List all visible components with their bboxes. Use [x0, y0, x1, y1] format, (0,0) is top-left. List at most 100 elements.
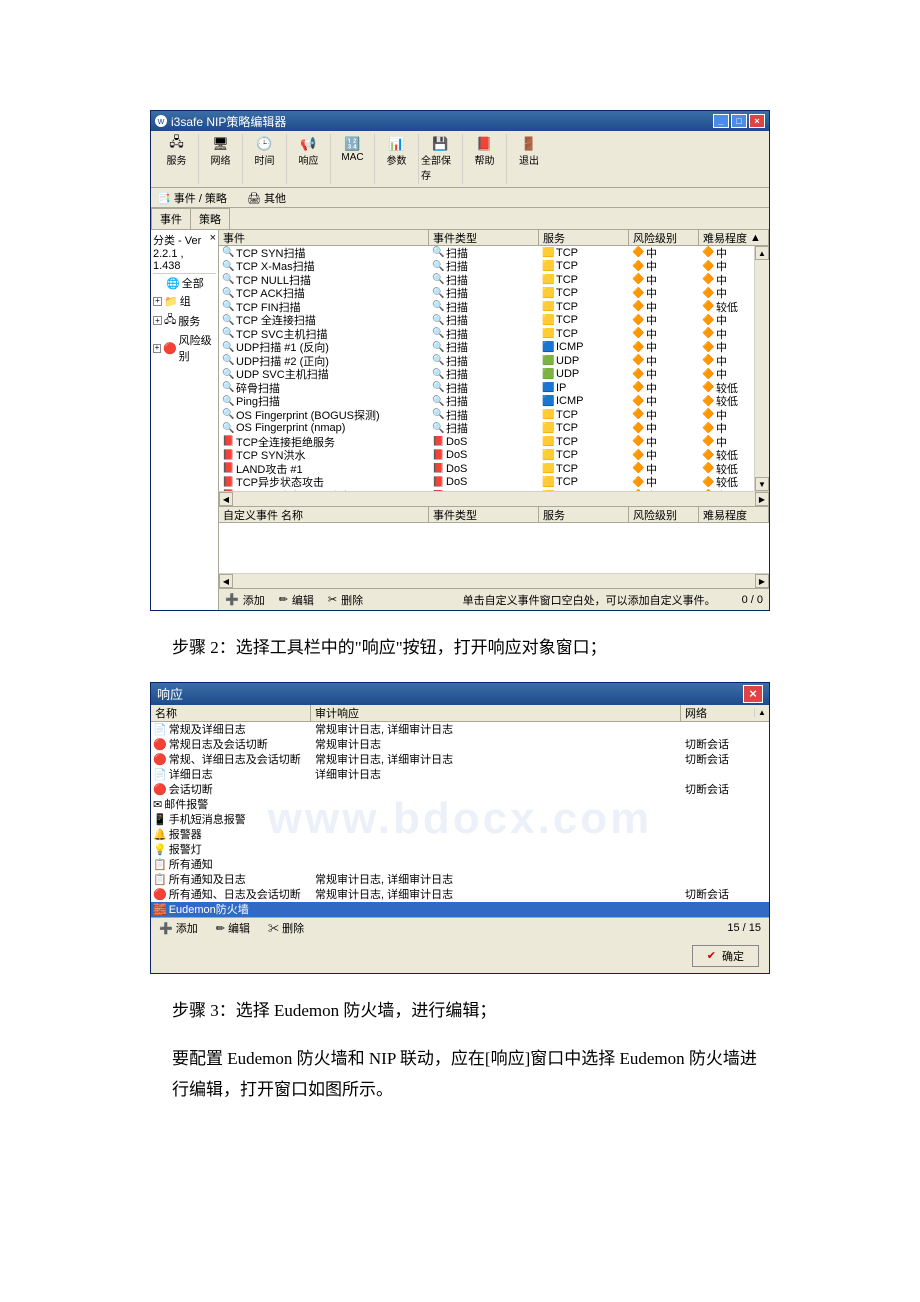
ok-row: ✔确定: [151, 939, 769, 973]
edit-button[interactable]: ✏ 编辑: [216, 920, 250, 936]
response-grid-body[interactable]: www.bdocx.com 📄常规及详细日志常规审计日志, 详细审计日志🔴常规日…: [151, 722, 769, 917]
col-custom-risk[interactable]: 风险级别: [629, 507, 699, 522]
col-network[interactable]: 网络: [681, 705, 754, 721]
toolbar-参数[interactable]: 📊参数: [375, 134, 419, 184]
toolbar-帮助[interactable]: 📕帮助: [463, 134, 507, 184]
col-name[interactable]: 名称: [151, 705, 311, 721]
expand-icon[interactable]: +: [153, 297, 162, 306]
col-custom-type[interactable]: 事件类型: [429, 507, 539, 522]
col-event-type[interactable]: 事件类型: [429, 230, 539, 245]
list-item[interactable]: 📄常规及详细日志常规审计日志, 详细审计日志: [151, 722, 769, 737]
node-icon: 🌐: [166, 277, 180, 290]
risk-icon: 🔶: [633, 274, 644, 285]
type-icon: 🔍: [433, 355, 444, 366]
list-item[interactable]: ✉邮件报警: [151, 797, 769, 812]
risk-icon: 🔶: [633, 328, 644, 339]
titlebar[interactable]: 响应 ×: [151, 683, 769, 705]
add-icon: ➕: [159, 923, 173, 935]
list-item[interactable]: 📋所有通知: [151, 857, 769, 872]
diff-icon: 🔶: [703, 436, 714, 447]
scroll-right-icon[interactable]: ▶: [755, 574, 769, 588]
risk-icon: 🔶: [633, 315, 644, 326]
category-tree[interactable]: 分类 - Ver 2.2.1 , 1.438 × 🌐全部+📁组+🖧服务+🔴风险级…: [151, 230, 219, 610]
tab-event[interactable]: 事件: [151, 208, 191, 229]
scroll-down-icon[interactable]: ▼: [755, 477, 769, 491]
tree-node[interactable]: +🖧服务: [153, 310, 216, 331]
col-difficulty[interactable]: 难易程度 ▲: [699, 230, 769, 245]
tree-node[interactable]: 🌐全部: [153, 274, 216, 292]
expand-icon[interactable]: +: [153, 344, 161, 353]
close-button[interactable]: ×: [743, 685, 763, 703]
event-type: DoS: [446, 463, 467, 475]
event-icon: 🔍: [223, 315, 234, 326]
tab-other[interactable]: 🖨 其他: [247, 190, 286, 206]
list-item[interactable]: 🧱Eudemon防火墙: [151, 902, 769, 917]
list-item[interactable]: 🔴会话切断切断会话: [151, 782, 769, 797]
custom-horizontal-scrollbar[interactable]: ◀ ▶: [219, 573, 769, 588]
toolbar-网络[interactable]: 🖥网络: [199, 134, 243, 184]
list-item[interactable]: 🔴常规日志及会话切断常规审计日志切断会话: [151, 737, 769, 752]
col-service[interactable]: 服务: [539, 230, 629, 245]
toolbar-MAC[interactable]: 🔢MAC: [331, 134, 375, 184]
item-icon: 📋: [153, 873, 167, 886]
delete-button[interactable]: ✂删除: [328, 592, 363, 608]
delete-button[interactable]: ✂ 删除: [268, 920, 304, 936]
tab-events-policy[interactable]: 📑 事件 / 策略: [157, 190, 227, 206]
toolbar-退出[interactable]: 🚪退出: [507, 134, 551, 184]
titlebar[interactable]: w i3safe NIP策略编辑器 _ □ ×: [151, 111, 769, 131]
scroll-up-icon[interactable]: ▲: [754, 708, 769, 717]
custom-event-body[interactable]: [219, 523, 769, 573]
minimize-button[interactable]: _: [713, 114, 729, 128]
toolbar-服务[interactable]: 🖧服务: [155, 134, 199, 184]
toolbar-响应[interactable]: 📢响应: [287, 134, 331, 184]
toolbar-全部保存[interactable]: 💾全部保存: [419, 134, 463, 184]
vertical-scrollbar[interactable]: ▲ ▼: [754, 246, 769, 491]
list-item[interactable]: 📄详细日志详细审计日志: [151, 767, 769, 782]
scroll-up-icon[interactable]: ▲: [755, 246, 769, 260]
risk-icon: 🔶: [633, 301, 644, 312]
col-event[interactable]: 事件: [219, 230, 429, 245]
maximize-button[interactable]: □: [731, 114, 747, 128]
tree-node[interactable]: +🔴风险级别: [153, 331, 216, 365]
scroll-left-icon[interactable]: ◀: [219, 574, 233, 588]
response-grid-header: 名称 审计响应 网络 ▲: [151, 705, 769, 722]
risk-icon: 🔶: [633, 436, 644, 447]
ok-button[interactable]: ✔确定: [692, 945, 759, 967]
add-button[interactable]: ➕ 添加: [159, 920, 198, 936]
event-type: DoS: [446, 490, 467, 491]
col-risk[interactable]: 风险级别: [629, 230, 699, 245]
service-icon: 🟨: [543, 450, 554, 461]
event-grid-body[interactable]: 🔍TCP SYN扫描🔍扫描🟨TCP🔶中🔶中🔍TCP X-Mas扫描🔍扫描🟨TCP…: [219, 246, 769, 491]
window-title: i3safe NIP策略编辑器: [171, 113, 286, 130]
list-item[interactable]: 📱手机短消息报警: [151, 812, 769, 827]
scroll-left-icon[interactable]: ◀: [219, 492, 233, 506]
col-custom-diff[interactable]: 难易程度: [699, 507, 769, 522]
list-item[interactable]: 🔔报警器: [151, 827, 769, 842]
list-item[interactable]: 💡报警灯: [151, 842, 769, 857]
expand-icon[interactable]: +: [153, 316, 162, 325]
diff-icon: 🔶: [703, 369, 714, 380]
list-item[interactable]: 🔴所有通知、日志及会话切断常规审计日志, 详细审计日志切断会话: [151, 887, 769, 902]
node-label: 服务: [178, 313, 200, 329]
col-custom-name[interactable]: 自定义事件 名称: [219, 507, 429, 522]
service-icon: 🟨: [543, 261, 554, 272]
col-audit[interactable]: 审计响应: [311, 705, 681, 721]
col-custom-service[interactable]: 服务: [539, 507, 629, 522]
node-icon: 📁: [164, 295, 178, 308]
tab-policy[interactable]: 策略: [190, 208, 230, 229]
item-icon: 💡: [153, 843, 167, 856]
edit-button[interactable]: ✏编辑: [279, 592, 314, 608]
toolbar-时间[interactable]: 🕒时间: [243, 134, 287, 184]
tree-close-icon[interactable]: ×: [210, 232, 216, 272]
event-icon: 🔍: [223, 423, 234, 434]
tree-node[interactable]: +📁组: [153, 292, 216, 310]
close-button[interactable]: ×: [749, 114, 765, 128]
table-row[interactable]: 📕Winnuke攻击(OOB攻击)📕DoS🟨TCP🔶中🔶中: [219, 489, 769, 491]
service-icon: 🟨: [543, 328, 554, 339]
type-icon: 📕: [433, 490, 444, 491]
add-button[interactable]: ➕添加: [225, 592, 265, 608]
scroll-right-icon[interactable]: ▶: [755, 492, 769, 506]
horizontal-scrollbar[interactable]: ◀ ▶: [219, 491, 769, 506]
list-item[interactable]: 📋所有通知及日志常规审计日志, 详细审计日志: [151, 872, 769, 887]
list-item[interactable]: 🔴常规、详细日志及会话切断常规审计日志, 详细审计日志切断会话: [151, 752, 769, 767]
